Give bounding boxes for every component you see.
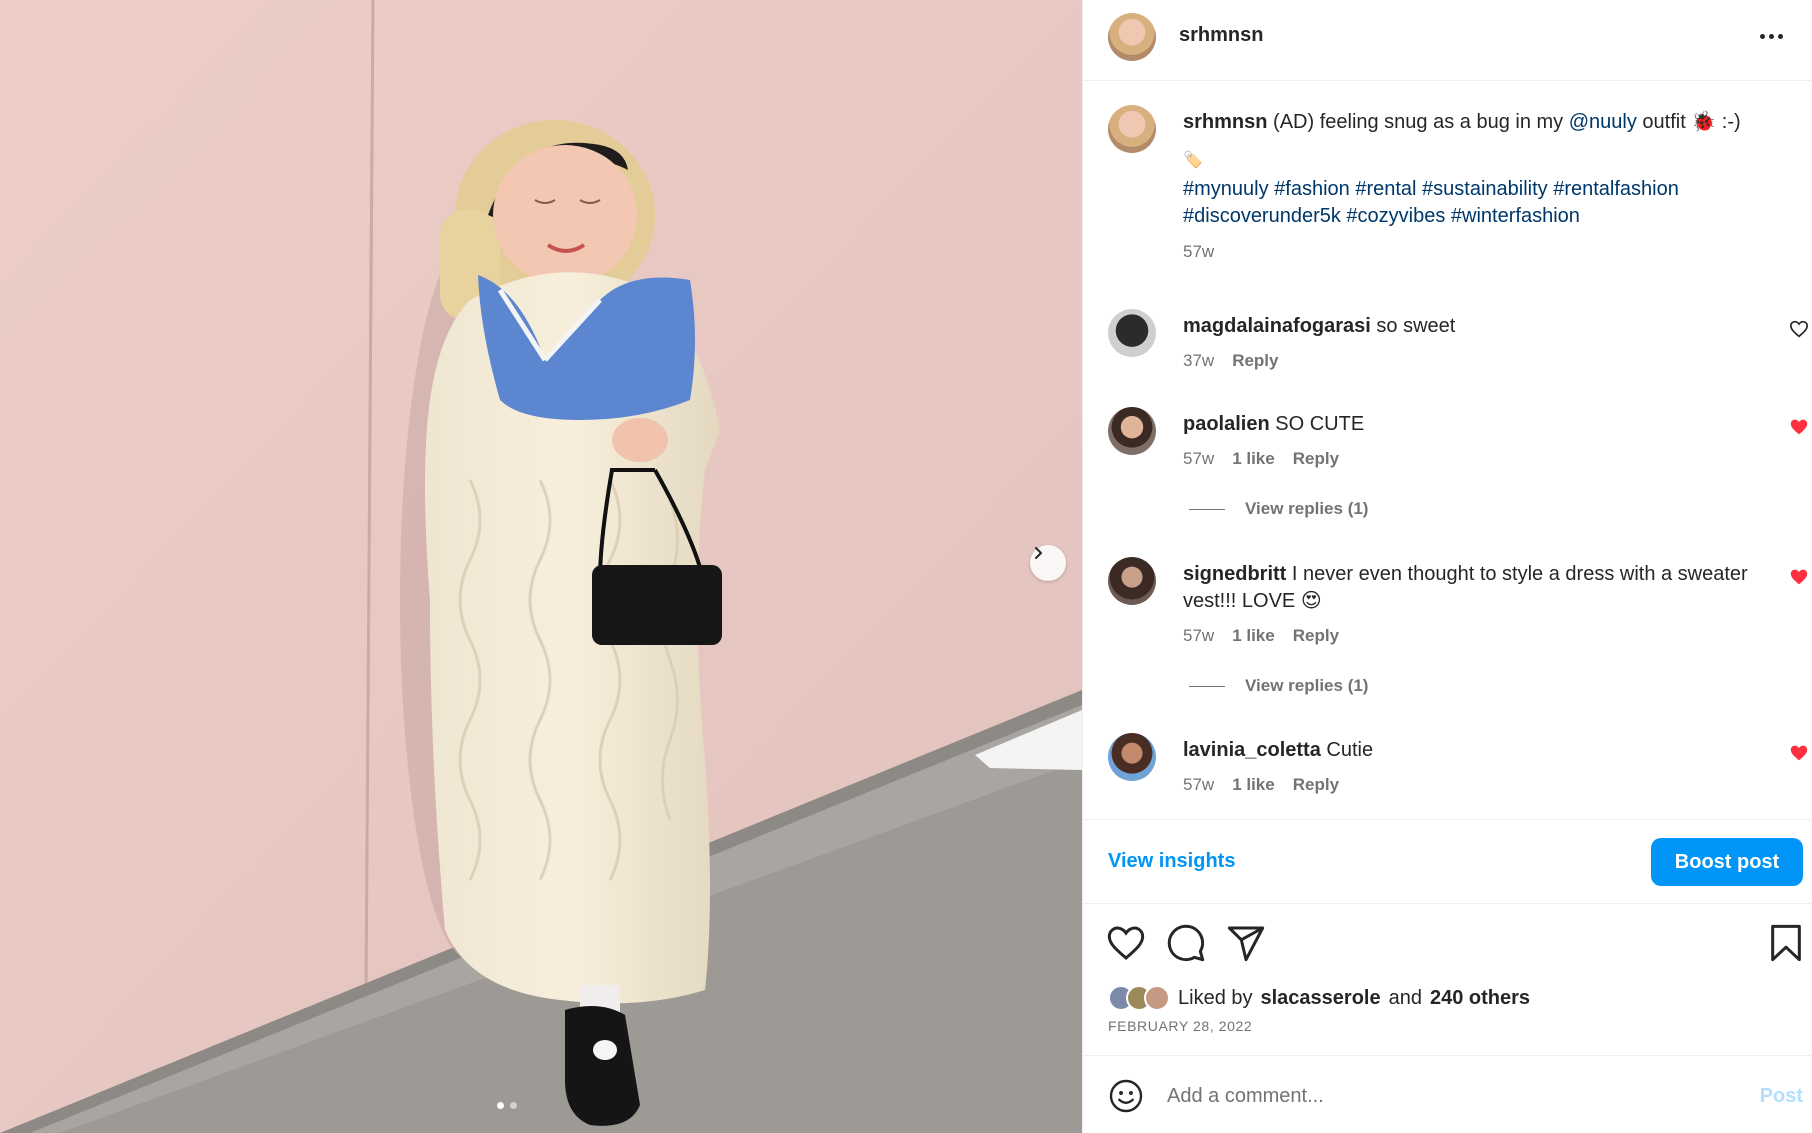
heart-icon[interactable] [1789, 744, 1809, 762]
caption-avatar[interactable] [1108, 105, 1156, 153]
post-comment-button[interactable]: Post [1760, 1085, 1803, 1108]
insights-row: View insights Boost post [1083, 819, 1812, 904]
emoji-icon[interactable] [1108, 1078, 1144, 1114]
post-photo [0, 0, 1082, 1133]
author-username[interactable]: srhmnsn [1179, 24, 1263, 47]
view-replies-button[interactable]: View replies (1) [1189, 499, 1368, 519]
boost-post-button[interactable]: Boost post [1651, 838, 1803, 886]
comment-username[interactable]: magdalainafogarasi [1183, 315, 1371, 337]
post-date: FEBRUARY 28, 2022 [1108, 1018, 1253, 1034]
comment-meta: 57w 1 like Reply [1183, 449, 1339, 469]
carousel-dot-active [497, 1102, 504, 1109]
caption-username[interactable]: srhmnsn [1183, 111, 1267, 133]
comment-avatar[interactable] [1108, 557, 1156, 605]
comment-meta: 57w 1 like Reply [1183, 626, 1339, 646]
likes-summary: Liked by slacasserole and 240 others [1108, 985, 1530, 1011]
heart-icon[interactable] [1789, 568, 1809, 586]
comment-reply-button[interactable]: Reply [1293, 626, 1339, 646]
comment-reply-button[interactable]: Reply [1232, 351, 1278, 371]
caption-time: 57w [1183, 242, 1215, 261]
comment-time: 57w [1183, 449, 1215, 468]
comment-meta: 37w Reply [1183, 351, 1278, 371]
likes-user[interactable]: slacasserole [1261, 987, 1381, 1010]
comment-like-count[interactable]: 1 like [1232, 626, 1275, 646]
comment-reply-button[interactable]: Reply [1293, 775, 1339, 795]
comment-body: SO CUTE [1275, 413, 1365, 435]
author-avatar[interactable] [1108, 13, 1156, 61]
comment-time: 57w [1183, 626, 1215, 645]
carousel-dot [510, 1102, 517, 1109]
caption-label-emoji: 🏷️ [1183, 152, 1203, 169]
heart-icon[interactable] [1789, 418, 1809, 436]
caption-mention[interactable]: @nuuly [1569, 111, 1637, 133]
photo-illustration [0, 0, 1082, 1133]
comment-avatar[interactable] [1108, 733, 1156, 781]
view-replies-label: View replies (1) [1245, 676, 1369, 695]
comment-time: 37w [1183, 351, 1215, 370]
comment-text: lavinia_coletta Cutie [1183, 737, 1763, 764]
view-replies-button[interactable]: View replies (1) [1189, 676, 1368, 696]
share-icon[interactable] [1226, 923, 1266, 963]
heart-icon[interactable] [1789, 320, 1809, 338]
chevron-right-icon [1035, 547, 1042, 559]
caption-hashtags-line2[interactable]: #discoverunder5k #cozyvibes #winterfashi… [1183, 203, 1763, 230]
likes-and: and [1388, 986, 1422, 1009]
heart-icon[interactable] [1106, 923, 1146, 963]
caption-hashtags-line1[interactable]: #mynuuly #fashion #rental #sustainabilit… [1183, 176, 1763, 203]
comment-reply-button[interactable]: Reply [1293, 449, 1339, 469]
caption-text-after: outfit 🐞 :-) [1636, 111, 1741, 133]
carousel-indicator [497, 1102, 517, 1109]
comment-text: magdalainafogarasi so sweet [1183, 313, 1763, 340]
comment-icon[interactable] [1166, 923, 1206, 963]
post-actions [1083, 920, 1812, 970]
bookmark-icon[interactable] [1766, 923, 1806, 963]
replies-line [1189, 685, 1225, 687]
view-insights-link[interactable]: View insights [1108, 850, 1235, 873]
comment-username[interactable]: signedbritt [1183, 563, 1286, 585]
comment-body: Cutie [1326, 739, 1374, 761]
post-side-panel: srhmnsn srhmnsn (AD) feeling snug as a b… [1082, 0, 1812, 1133]
comment-text: paolalien SO CUTE [1183, 411, 1763, 438]
comment-avatar[interactable] [1108, 407, 1156, 455]
add-comment-bar: Post [1083, 1055, 1812, 1133]
caption-text-before: (AD) feeling snug as a bug in my [1273, 111, 1569, 133]
replies-line [1189, 508, 1225, 510]
view-replies-label: View replies (1) [1245, 499, 1369, 518]
likes-prefix: Liked by [1178, 986, 1253, 1009]
more-options-button[interactable] [1760, 24, 1790, 48]
more-icon [1760, 33, 1765, 39]
caption-text: srhmnsn (AD) feeling snug as a bug in my… [1183, 109, 1763, 265]
comment-username[interactable]: paolalien [1183, 413, 1270, 435]
likes-others[interactable]: 240 others [1430, 987, 1530, 1010]
comment-avatar[interactable] [1108, 309, 1156, 357]
carousel-next-button[interactable] [1030, 545, 1066, 581]
comment-text: signedbritt I never even thought to styl… [1183, 561, 1763, 615]
post-header: srhmnsn [1083, 0, 1812, 81]
comment-body: so sweet [1376, 315, 1456, 337]
comment-meta: 57w 1 like Reply [1183, 775, 1339, 795]
comment-input[interactable] [1167, 1076, 1727, 1116]
comment-like-count[interactable]: 1 like [1232, 449, 1275, 469]
liker-avatars [1108, 985, 1170, 1011]
liker-avatar [1144, 985, 1170, 1011]
comments-list: srhmnsn (AD) feeling snug as a bug in my… [1083, 81, 1812, 819]
comment-like-count[interactable]: 1 like [1232, 775, 1275, 795]
comment-time: 57w [1183, 775, 1215, 794]
comment-username[interactable]: lavinia_coletta [1183, 739, 1321, 761]
